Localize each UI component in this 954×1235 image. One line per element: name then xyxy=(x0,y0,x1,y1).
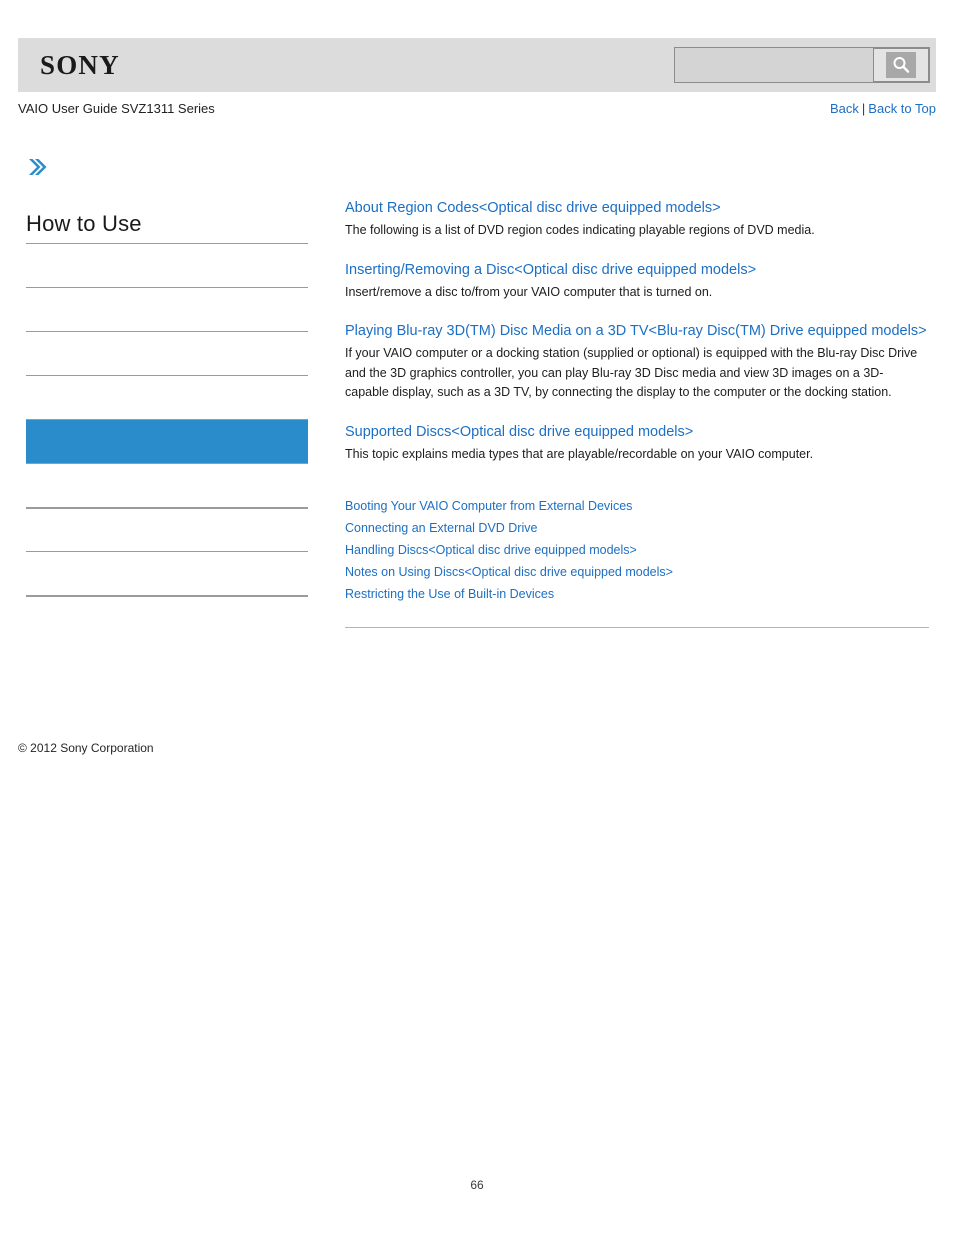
topic-link-bluray-3d[interactable]: Playing Blu-ray 3D(TM) Disc Media on a 3… xyxy=(345,321,929,341)
sidebar-item-1[interactable] xyxy=(26,287,308,331)
sidebar-item-5[interactable] xyxy=(26,463,308,507)
content-divider xyxy=(345,627,929,628)
search-button[interactable] xyxy=(873,48,929,82)
topic-link-supported-discs[interactable]: Supported Discs<Optical disc drive equip… xyxy=(345,422,929,442)
sidebar-item-6[interactable] xyxy=(26,507,308,551)
related-link-restricting-builtin-devices[interactable]: Restricting the Use of Built-in Devices xyxy=(345,587,554,601)
related-link-connecting-external-dvd[interactable]: Connecting an External DVD Drive xyxy=(345,521,537,535)
sidebar-item-4-active[interactable] xyxy=(26,419,308,463)
list-item: Handling Discs<Optical disc drive equipp… xyxy=(345,539,929,561)
sidebar-item-0[interactable] xyxy=(26,243,308,287)
sidebar-item-2[interactable] xyxy=(26,331,308,375)
topic-link-inserting-removing-disc[interactable]: Inserting/Removing a Disc<Optical disc d… xyxy=(345,260,929,280)
sidebar: How to Use xyxy=(26,155,308,639)
site-header: SONY xyxy=(18,38,936,92)
page-root: SONY VAIO User Guide SVZ1311 Series Back… xyxy=(0,0,954,1235)
sidebar-menu xyxy=(26,243,308,639)
related-link-booting-external-devices[interactable]: Booting Your VAIO Computer from External… xyxy=(345,499,632,513)
search-input[interactable] xyxy=(675,48,873,82)
sidebar-item-8[interactable] xyxy=(26,595,308,639)
page-number: 66 xyxy=(470,1178,484,1192)
copyright-notice: © 2012 Sony Corporation xyxy=(18,741,154,755)
search-box xyxy=(674,47,930,83)
search-icon xyxy=(886,52,916,78)
sidebar-item-7[interactable] xyxy=(26,551,308,595)
topic-entry: Inserting/Removing a Disc<Optical disc d… xyxy=(345,260,929,303)
related-link-notes-using-discs[interactable]: Notes on Using Discs<Optical disc drive … xyxy=(345,565,673,579)
list-item: Notes on Using Discs<Optical disc drive … xyxy=(345,561,929,583)
nav-separator: | xyxy=(861,101,866,116)
back-link[interactable]: Back xyxy=(830,101,859,116)
topic-description: Insert/remove a disc to/from your VAIO c… xyxy=(345,284,713,299)
guide-title: VAIO User Guide SVZ1311 Series xyxy=(18,101,215,116)
topic-entry: Playing Blu-ray 3D(TM) Disc Media on a 3… xyxy=(345,321,929,403)
page-title: How to Use xyxy=(26,211,142,236)
related-links-list: Booting Your VAIO Computer from External… xyxy=(345,495,929,605)
topic-description: If your VAIO computer or a docking stati… xyxy=(345,346,918,399)
subheader: VAIO User Guide SVZ1311 Series Back | Back… xyxy=(18,101,936,121)
topic-link-region-codes[interactable]: About Region Codes<Optical disc drive eq… xyxy=(345,198,929,218)
topic-description: This topic explains media types that are… xyxy=(345,446,814,461)
list-item: Connecting an External DVD Drive xyxy=(345,517,929,539)
sidebar-item-3[interactable] xyxy=(26,375,308,419)
header-nav: Back | Back to Top xyxy=(830,101,936,116)
topic-entry: About Region Codes<Optical disc drive eq… xyxy=(345,198,929,241)
topic-entry: Supported Discs<Optical disc drive equip… xyxy=(345,422,929,465)
main-content: About Region Codes<Optical disc drive eq… xyxy=(345,198,929,636)
double-chevron-right-icon xyxy=(26,155,48,179)
related-link-handling-discs[interactable]: Handling Discs<Optical disc drive equipp… xyxy=(345,543,637,557)
list-item: Booting Your VAIO Computer from External… xyxy=(345,495,929,517)
topic-description: The following is a list of DVD region co… xyxy=(345,223,815,237)
back-to-top-link[interactable]: Back to Top xyxy=(868,101,936,116)
sony-logo: SONY xyxy=(40,50,120,80)
list-item: Restricting the Use of Built-in Devices xyxy=(345,583,929,605)
